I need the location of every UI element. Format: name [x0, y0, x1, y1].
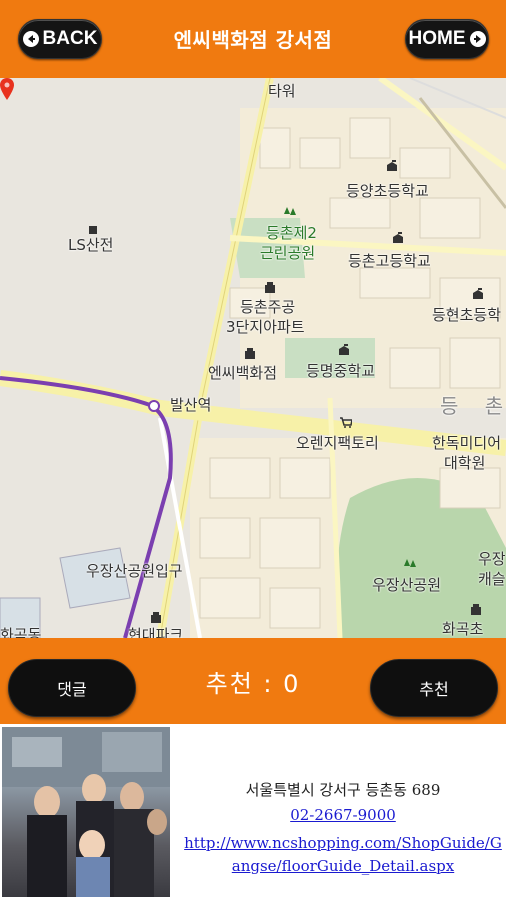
- map-label-media1: 한독미디어: [432, 434, 502, 452]
- school-icon: [473, 288, 483, 299]
- map-label-ujang-park: 우장산공원: [372, 576, 442, 594]
- page-title: 엔씨백화점 강서점: [173, 28, 333, 52]
- shop-icon: [340, 417, 352, 428]
- map-label-hwagok: 화곡초: [442, 620, 484, 638]
- arrow-right-icon: [469, 31, 486, 47]
- back-button[interactable]: BACK: [18, 19, 102, 59]
- map-label-ujang-entrance: 우장산공원입구: [86, 562, 183, 580]
- map-label-ncdept: 엔씨백화점: [208, 364, 278, 382]
- header-bar: BACK 엔씨백화점 강서점 HOME: [0, 0, 506, 78]
- map-label-apt1: 등촌주공: [240, 298, 296, 316]
- school-icon: [393, 232, 403, 243]
- map-label-apt2: 3단지아파트: [226, 318, 305, 336]
- building-icon: [245, 348, 255, 359]
- map-label-deungmyeong: 등명중학교: [306, 362, 376, 380]
- building-icon: [89, 226, 97, 234]
- comment-button[interactable]: 댓글: [8, 659, 136, 717]
- map-label-deungyang: 등양초등학교: [346, 182, 429, 200]
- park-icon: [404, 559, 416, 567]
- building-icon: [471, 604, 481, 615]
- location-marker-icon[interactable]: [0, 78, 14, 100]
- map-label-media2: 대학원: [444, 454, 486, 472]
- building-icon: [265, 282, 275, 293]
- map-label-ls: LS산전: [68, 236, 114, 254]
- map-label-ujang-right1: 우장: [478, 550, 506, 568]
- map-label-deunghyeon: 등현초등학: [432, 306, 502, 324]
- building-icon: [151, 612, 161, 623]
- map-label-orange: 오렌지팩토리: [296, 434, 379, 452]
- store-info: 서울특별시 강서구 등촌동 689 02-2667-9000 http://ww…: [0, 724, 506, 900]
- map-label-balsan: 발산역: [170, 396, 212, 414]
- map-label-bottom-left: 화곡동: [0, 626, 42, 638]
- action-bar: 댓글 추천 : 0 추천: [0, 638, 506, 724]
- map-label-park2b: 근린공원: [260, 244, 316, 262]
- arrow-left-icon: [22, 31, 39, 47]
- map-label-deungchon-high: 등촌고등학교: [348, 252, 431, 270]
- recommend-count: 추천 : 0: [205, 670, 301, 698]
- school-icon: [339, 344, 349, 355]
- map-label-park2: 등촌제2: [266, 224, 317, 242]
- recommend-button[interactable]: 추천: [370, 659, 498, 717]
- store-address: 서울특별시 강서구 등촌동 689: [245, 781, 441, 799]
- map-label-hyundai: 현대파크: [128, 626, 184, 638]
- back-label: BACK: [42, 28, 98, 49]
- map-view[interactable]: 타워 LS산전 등양초등학교 등촌제2 근린공원 등촌고등학교 등현초등학 등촌…: [0, 78, 506, 638]
- map-label-tower: 타워: [268, 82, 296, 100]
- store-photo: [2, 727, 170, 897]
- map-label-deungchon-area: 등 촌: [440, 394, 506, 418]
- park-icon: [284, 207, 296, 215]
- store-url-link[interactable]: http://www.ncshopping.com/ShopGuide/Gang…: [182, 832, 504, 878]
- school-icon: [387, 160, 397, 171]
- map-label-ujang-right2: 캐슬: [478, 570, 506, 588]
- home-button[interactable]: HOME: [405, 19, 489, 59]
- home-label: HOME: [408, 28, 466, 49]
- store-phone-link[interactable]: 02-2667-9000: [180, 806, 506, 824]
